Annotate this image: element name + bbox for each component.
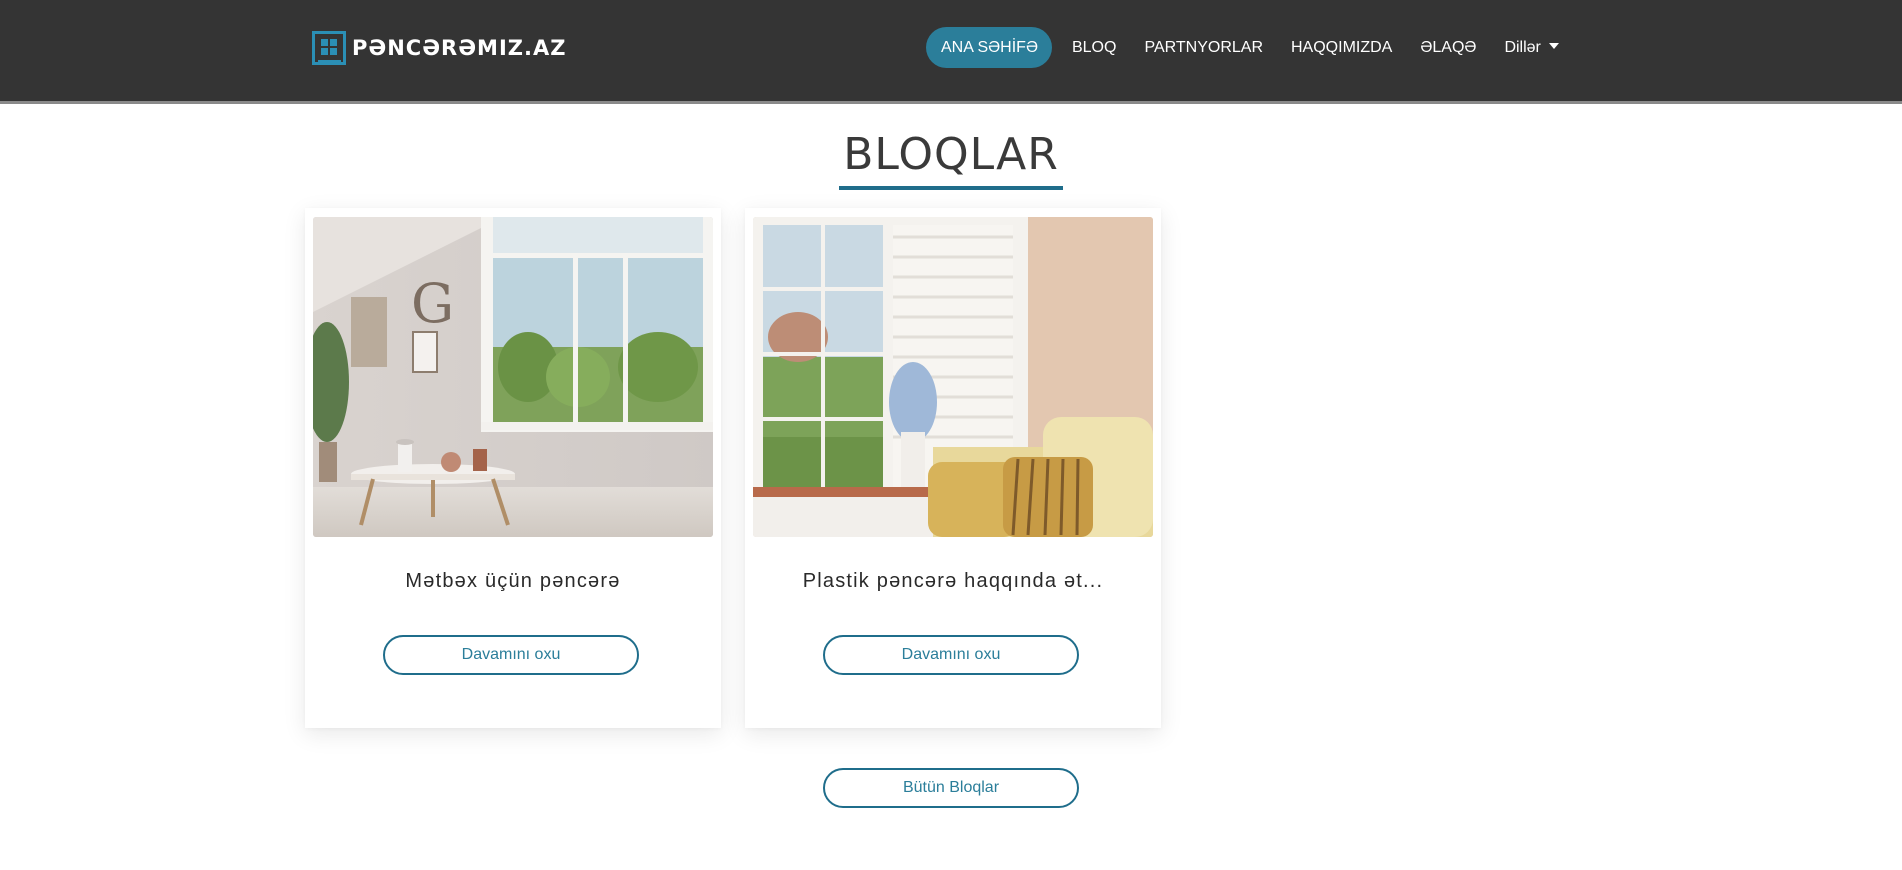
blogs-section-header: BLOQLAR [0, 126, 1902, 190]
blog-card: Plastik pəncərə haqqında ət... Davamını … [745, 208, 1161, 728]
brand-name: PƏNCƏRƏMIZ.AZ [352, 36, 567, 60]
languages-dropdown-label: Dillər [1504, 39, 1541, 56]
nav-item-home[interactable]: ANA SƏHİFƏ [926, 27, 1052, 68]
blog-card-title[interactable]: Mətbəx üçün pəncərə [305, 570, 721, 593]
blog-card-image-window-sofa[interactable] [753, 217, 1153, 537]
read-more-button[interactable]: Davamını oxu [383, 635, 639, 675]
blog-card-image-living-room[interactable]: G [313, 217, 713, 537]
nav-item-partners[interactable]: PARTNYORLAR [1130, 27, 1277, 68]
all-blogs-button[interactable]: Bütün Bloqlar [823, 768, 1079, 808]
languages-dropdown[interactable]: Dillər [1490, 27, 1572, 68]
brand-logo-link[interactable]: PƏNCƏRƏMIZ.AZ [312, 30, 566, 66]
blog-card-title[interactable]: Plastik pəncərə haqqında ət... [745, 570, 1161, 593]
svg-text:G: G [411, 272, 454, 335]
top-navbar: PƏNCƏRƏMIZ.AZ ANA SƏHİFƏ BLOQ PARTNYORLA… [0, 0, 1902, 104]
section-title: BLOQLAR [839, 126, 1063, 190]
nav-item-contact[interactable]: ƏLAQƏ [1406, 27, 1490, 68]
main-nav: ANA SƏHİFƏ BLOQ PARTNYORLAR HAQQIMIZDA Ə… [926, 27, 1573, 68]
nav-item-about[interactable]: HAQQIMIZDA [1277, 27, 1406, 68]
read-more-button[interactable]: Davamını oxu [823, 635, 1079, 675]
window-logo-icon [312, 31, 346, 65]
blog-card: G Mətbəx üçün pəncərə Davamını oxu [305, 208, 721, 728]
caret-down-icon [1548, 43, 1559, 49]
nav-item-blog[interactable]: BLOQ [1058, 27, 1130, 68]
